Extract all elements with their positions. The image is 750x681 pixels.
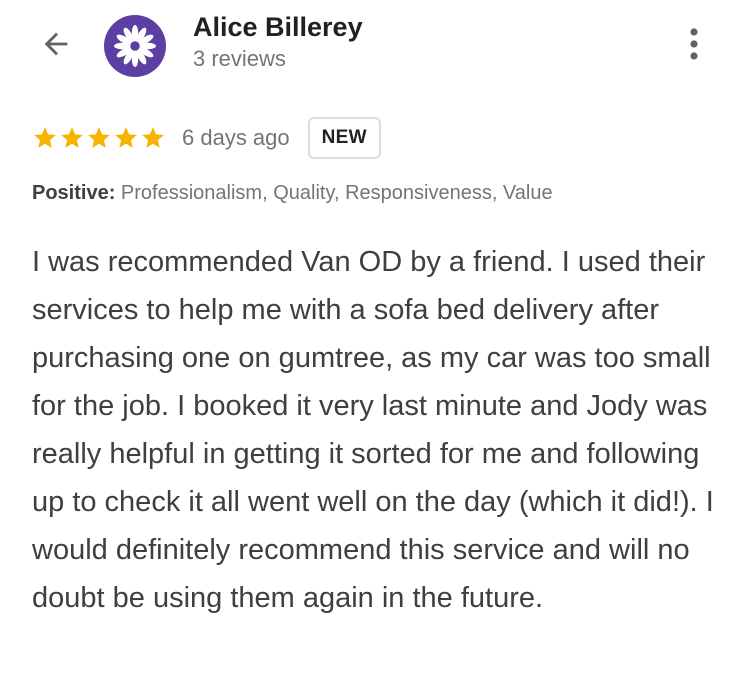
star-icon	[88, 127, 110, 148]
more-options-button[interactable]	[676, 22, 712, 66]
star-icon	[61, 127, 83, 148]
new-badge: NEW	[307, 117, 381, 159]
positive-label: Positive:	[32, 182, 116, 204]
avatar[interactable]	[104, 15, 166, 77]
more-vert-icon	[690, 28, 698, 60]
back-button[interactable]	[34, 22, 78, 66]
star-icon	[142, 127, 164, 148]
flower-icon	[114, 25, 156, 67]
review-time: 6 days ago	[182, 125, 290, 150]
star-icon	[34, 127, 56, 148]
positive-attributes: Positive: Professionalism, Quality, Resp…	[32, 182, 553, 205]
positive-values: Professionalism, Quality, Responsiveness…	[120, 182, 553, 204]
rating-row: 6 days ago NEW	[32, 117, 381, 159]
star-icon	[115, 127, 137, 148]
author-name[interactable]: Alice Billerey	[193, 12, 363, 43]
review-text: I was recommended Van OD by a friend. I …	[32, 246, 714, 614]
review-count: 3 reviews	[193, 46, 286, 71]
star-rating	[32, 125, 166, 151]
arrow-left-icon	[44, 32, 68, 56]
